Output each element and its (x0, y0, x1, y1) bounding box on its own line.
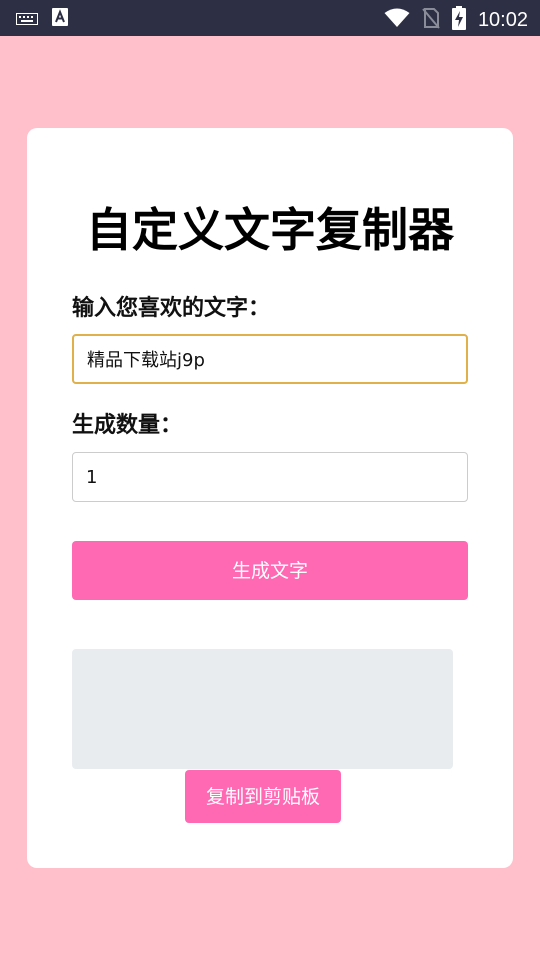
generate-button[interactable]: 生成文字 (72, 541, 468, 600)
page-title: 自定义文字复制器 (86, 203, 454, 257)
no-sim-icon (422, 7, 440, 33)
text-input[interactable] (72, 334, 468, 384)
count-input-label: 生成数量： (72, 413, 183, 438)
count-input[interactable] (72, 452, 468, 502)
copy-to-clipboard-button[interactable]: 复制到剪贴板 (185, 770, 341, 823)
status-left-icons (16, 8, 68, 30)
status-bar: 10:02 (0, 0, 540, 36)
keyboard-icon (16, 10, 38, 29)
battery-charging-icon (451, 6, 466, 34)
main-card: 自定义文字复制器 输入您喜欢的文字： 生成数量： 生成文字 复制到剪贴板 (27, 128, 513, 868)
status-right-icons: 10:02 (384, 6, 528, 34)
output-area[interactable] (72, 649, 453, 769)
text-input-label: 输入您喜欢的文字： (72, 296, 271, 321)
wifi-icon (384, 8, 410, 32)
status-time: 10:02 (477, 9, 528, 31)
text-a-icon (52, 8, 68, 30)
